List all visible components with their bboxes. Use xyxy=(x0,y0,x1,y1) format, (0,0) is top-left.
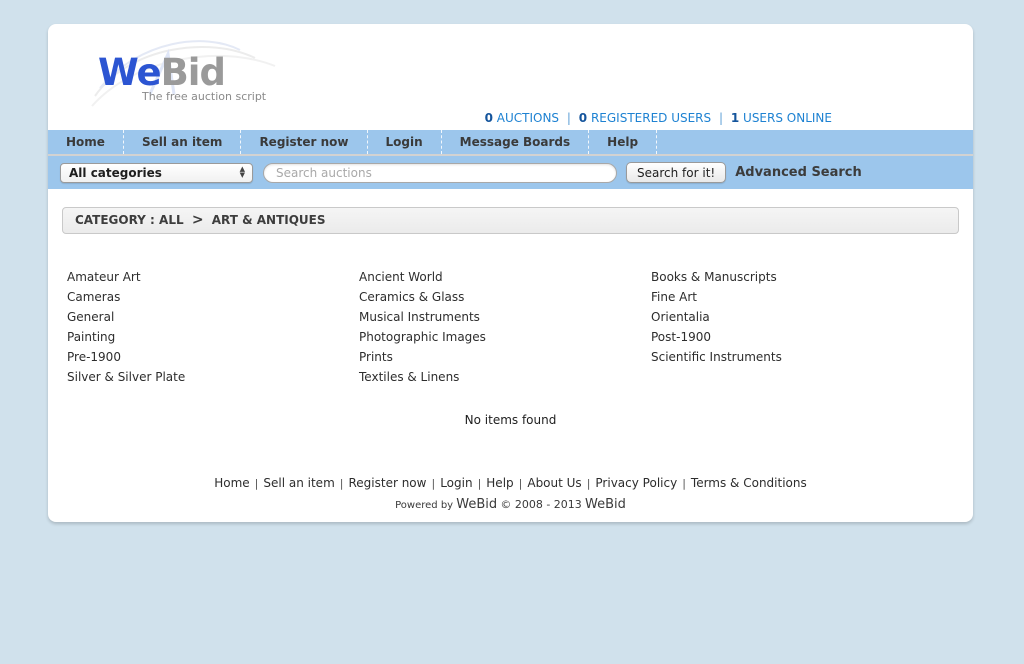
category-link[interactable]: Ancient World xyxy=(359,267,651,287)
breadcrumb-root-link[interactable]: ALL xyxy=(159,213,184,227)
footer-link[interactable]: About Us xyxy=(527,476,581,490)
category-list: Amateur ArtCamerasGeneralPaintingPre-190… xyxy=(48,267,973,387)
separator: | xyxy=(255,477,259,490)
category-select-value: All categories xyxy=(69,166,162,180)
breadcrumb-separator: > xyxy=(192,212,204,228)
nav-item[interactable]: Login xyxy=(368,130,442,154)
footer-link[interactable]: Privacy Policy xyxy=(595,476,677,490)
search-bar: All categories ▲▼ Search for it! Advance… xyxy=(48,156,973,189)
copyright-text: © 2008 - 2013 xyxy=(500,498,581,511)
nav-item[interactable]: Sell an item xyxy=(124,130,242,154)
category-link[interactable]: General xyxy=(67,307,359,327)
logo-bid: Bid xyxy=(161,51,225,94)
breadcrumb-label: CATEGORY : xyxy=(75,213,155,227)
stats-count[interactable]: 0 xyxy=(485,111,493,125)
separator: | xyxy=(682,477,686,490)
category-column-2: Ancient WorldCeramics & GlassMusical Ins… xyxy=(359,267,651,387)
category-link[interactable]: Textiles & Linens xyxy=(359,367,651,387)
separator: | xyxy=(587,477,591,490)
separator: | xyxy=(719,111,723,125)
category-link[interactable]: Prints xyxy=(359,347,651,367)
powered-by: Powered by WeBid © 2008 - 2013 WeBid xyxy=(48,497,973,522)
main-panel: WeBid The free auction script 0 AUCTIONS… xyxy=(48,24,973,522)
footer-link[interactable]: Sell an item xyxy=(263,476,334,490)
category-link[interactable]: Amateur Art xyxy=(67,267,359,287)
nav-item[interactable]: Message Boards xyxy=(442,130,590,154)
header: WeBid The free auction script 0 AUCTIONS… xyxy=(48,24,973,130)
footer-link[interactable]: Help xyxy=(486,476,513,490)
category-link[interactable]: Scientific Instruments xyxy=(651,347,943,367)
footer: Home | Sell an item | Register now | Login | Hel… xyxy=(48,476,973,522)
no-items-message: No items found xyxy=(48,413,973,427)
stats-label[interactable]: AUCTIONS xyxy=(497,111,559,125)
separator: | xyxy=(567,111,571,125)
stats-count[interactable]: 0 xyxy=(579,111,587,125)
stats-label[interactable]: REGISTERED USERS xyxy=(591,111,711,125)
separator: | xyxy=(431,477,435,490)
nav-item[interactable]: Register now xyxy=(241,130,367,154)
breadcrumb: CATEGORY : ALL > ART & ANTIQUES xyxy=(62,207,959,234)
category-select[interactable]: All categories ▲▼ xyxy=(60,163,253,183)
nav-item[interactable]: Home xyxy=(48,130,124,154)
footer-links: Home | Sell an item | Register now | Login | Hel… xyxy=(48,476,973,490)
stats-segment: 1 USERS ONLINE xyxy=(731,111,832,125)
category-link[interactable]: Books & Manuscripts xyxy=(651,267,943,287)
stats-label[interactable]: USERS ONLINE xyxy=(743,111,832,125)
category-link[interactable]: Post-1900 xyxy=(651,327,943,347)
category-link[interactable]: Orientalia xyxy=(651,307,943,327)
search-input[interactable] xyxy=(263,163,617,183)
breadcrumb-current: ART & ANTIQUES xyxy=(212,213,326,227)
category-link[interactable]: Ceramics & Glass xyxy=(359,287,651,307)
separator: | xyxy=(340,477,344,490)
footer-link[interactable]: Login xyxy=(440,476,472,490)
category-column-3: Books & ManuscriptsFine ArtOrientaliaPos… xyxy=(651,267,943,387)
category-link[interactable]: Fine Art xyxy=(651,287,943,307)
powered-brand2: WeBid xyxy=(585,497,626,512)
footer-link[interactable]: Register now xyxy=(348,476,426,490)
category-link[interactable]: Painting xyxy=(67,327,359,347)
logo-tagline: The free auction script xyxy=(142,90,338,103)
category-column-1: Amateur ArtCamerasGeneralPaintingPre-190… xyxy=(67,267,359,387)
category-link[interactable]: Cameras xyxy=(67,287,359,307)
logo-we: We xyxy=(98,51,161,94)
separator: | xyxy=(519,477,523,490)
category-link[interactable]: Pre-1900 xyxy=(67,347,359,367)
powered-brand-link[interactable]: WeBid xyxy=(456,497,497,512)
stats-count[interactable]: 1 xyxy=(731,111,739,125)
stats-segment: 0 AUCTIONS xyxy=(485,111,559,125)
advanced-search-link[interactable]: Advanced Search xyxy=(735,165,862,180)
category-link[interactable]: Silver & Silver Plate xyxy=(67,367,359,387)
category-link[interactable]: Photographic Images xyxy=(359,327,651,347)
search-button[interactable]: Search for it! xyxy=(626,162,726,183)
main-navigation: Home Sell an item Register now Login Mes… xyxy=(48,130,973,156)
separator: | xyxy=(478,477,482,490)
powered-prefix: Powered by xyxy=(395,500,453,511)
nav-item[interactable]: Help xyxy=(589,130,657,154)
select-arrows-icon: ▲▼ xyxy=(240,167,245,179)
site-logo[interactable]: WeBid The free auction script xyxy=(98,42,338,122)
footer-link[interactable]: Terms & Conditions xyxy=(691,476,807,490)
stats-segment: 0 REGISTERED USERS xyxy=(579,111,711,125)
category-link[interactable]: Musical Instruments xyxy=(359,307,651,327)
site-stats: 0 AUCTIONS | 0 REGISTERED USERS | 1 USER… xyxy=(485,111,832,125)
footer-link[interactable]: Home xyxy=(214,476,249,490)
